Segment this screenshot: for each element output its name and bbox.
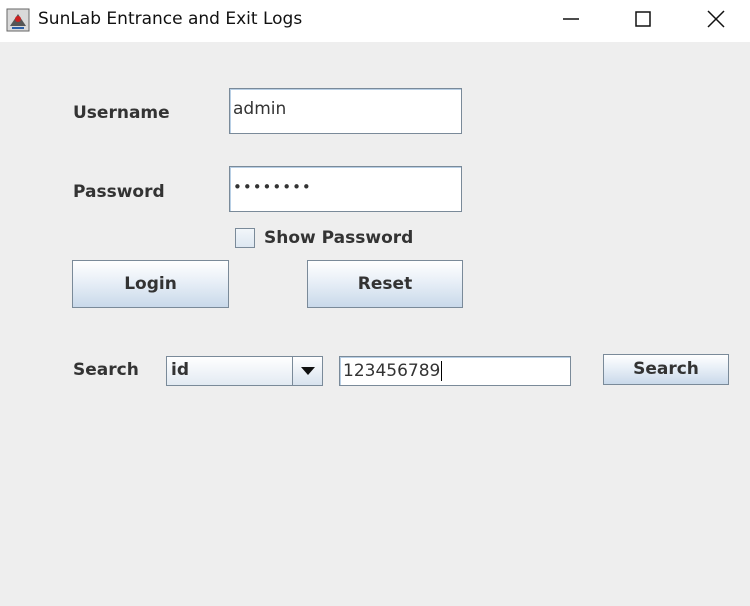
reset-button-label: Reset: [357, 274, 413, 294]
maximize-icon: [635, 11, 651, 27]
maximize-button[interactable]: [612, 0, 672, 42]
title-bar: SunLab Entrance and Exit Logs: [0, 0, 750, 42]
close-icon: [707, 10, 725, 28]
show-password-label: Show Password: [264, 228, 414, 248]
login-button-label: Login: [124, 274, 177, 294]
close-button[interactable]: [685, 0, 745, 42]
minimize-icon: [563, 18, 579, 20]
login-panel: Username admin Password •••••••• Show Pa…: [0, 42, 750, 606]
minimize-button[interactable]: [540, 0, 600, 42]
search-field-select[interactable]: id: [166, 356, 323, 386]
username-label: Username: [73, 103, 170, 123]
reset-button[interactable]: Reset: [307, 260, 463, 308]
dropdown-arrow-button[interactable]: [292, 357, 322, 385]
text-cursor: [441, 361, 443, 381]
password-field[interactable]: ••••••••: [229, 166, 462, 212]
triangle-down-icon: [301, 367, 315, 375]
password-label: Password: [73, 182, 165, 202]
search-query-input[interactable]: 123456789: [339, 356, 571, 386]
search-label: Search: [73, 360, 139, 380]
search-query-value: 123456789: [343, 361, 441, 381]
login-button[interactable]: Login: [72, 260, 229, 308]
username-value: admin: [233, 99, 287, 119]
java-app-icon: [6, 8, 30, 32]
search-button-label: Search: [633, 359, 699, 379]
show-password-checkbox[interactable]: [235, 228, 255, 248]
window-title: SunLab Entrance and Exit Logs: [38, 9, 303, 29]
password-masked-value: ••••••••: [233, 178, 312, 196]
search-field-selected: id: [171, 360, 189, 380]
search-button[interactable]: Search: [603, 354, 729, 385]
username-field[interactable]: admin: [229, 88, 462, 134]
